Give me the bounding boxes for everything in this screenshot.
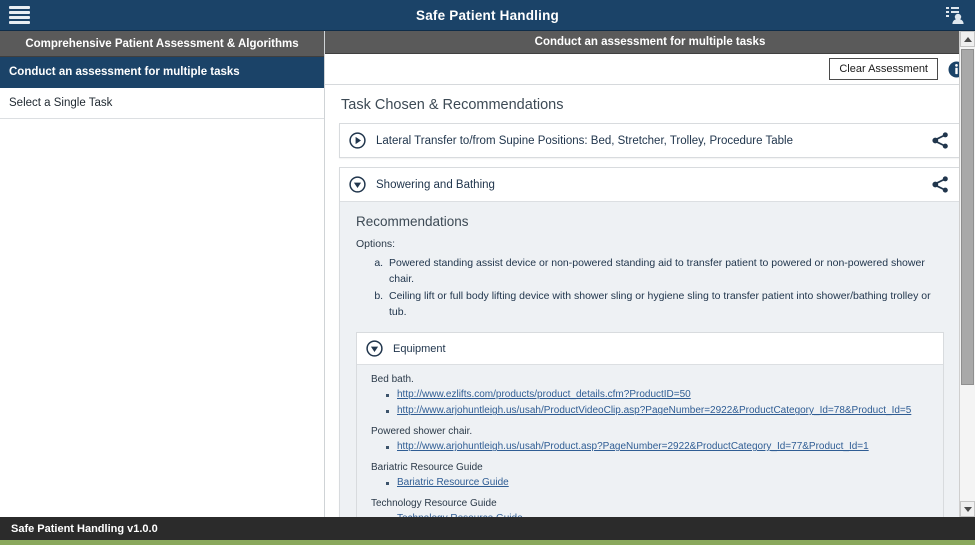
clear-assessment-button[interactable]: Clear Assessment: [829, 58, 938, 81]
application-window: Safe Patient Handling Comprehensive Pati…: [0, 0, 975, 545]
equipment-panel-body: Bed bath. http://www.ezlifts.com/product…: [357, 364, 943, 517]
content-scroll-area: Task Chosen & Recommendations Lateral Tr…: [325, 85, 975, 517]
hamburger-line: [9, 21, 30, 24]
scroll-up-arrow-icon[interactable]: [960, 31, 975, 47]
play-circle-right-icon[interactable]: [349, 132, 366, 149]
task-panel-header[interactable]: Showering and Bathing: [340, 168, 960, 202]
page-title: Task Chosen & Recommendations: [341, 97, 564, 114]
equipment-link[interactable]: Bariatric Resource Guide: [397, 477, 509, 488]
equipment-link-list: http://www.arjohuntleigh.us/usah/Product…: [386, 439, 929, 455]
content-toolbar: Clear Assessment: [325, 54, 975, 86]
equipment-group-label: Technology Resource Guide: [371, 498, 497, 510]
recommendations-heading: Recommendations: [356, 214, 469, 230]
equipment-link-list: Technology Resource Guide: [397, 511, 929, 517]
sidebar-item-label: Select a Single Task: [9, 97, 113, 109]
equipment-panel-header[interactable]: Equipment: [357, 333, 943, 365]
list-item: http://www.arjohuntleigh.us/usah/Product…: [386, 439, 929, 455]
scrollbar-thumb[interactable]: [961, 49, 974, 385]
equipment-group: Bariatric Resource Guide Bariatric Resou…: [371, 462, 929, 491]
task-panel-title: Lateral Transfer to/from Supine Position…: [376, 134, 793, 147]
list-item: http://www.arjohuntleigh.us/usah/Product…: [386, 403, 929, 419]
footer-bar: Safe Patient Handling v1.0.0: [0, 517, 975, 545]
share-icon[interactable]: [931, 175, 950, 194]
task-panel-lateral-transfer: Lateral Transfer to/from Supine Position…: [339, 123, 961, 159]
list-item: Bariatric Resource Guide: [386, 475, 929, 491]
equipment-link[interactable]: Technology Resource Guide: [397, 513, 523, 517]
equipment-group-label: Powered shower chair.: [371, 426, 473, 438]
task-panel-title: Showering and Bathing: [376, 178, 495, 191]
task-panel-showering-bathing: Showering and Bathing Recommendations Op…: [339, 167, 961, 517]
arrow-down-glyph: [963, 506, 972, 512]
arrow-up-glyph: [963, 36, 972, 42]
recommendation-option: Ceiling lift or full body lifting device…: [386, 288, 944, 321]
sidebar: Comprehensive Patient Assessment & Algor…: [0, 31, 325, 517]
equipment-link[interactable]: http://www.arjohuntleigh.us/usah/Product…: [397, 405, 911, 416]
equipment-link-list: http://www.ezlifts.com/products/product_…: [386, 387, 929, 419]
sidebar-item-label: Conduct an assessment for multiple tasks: [9, 66, 240, 78]
contact-card-icon[interactable]: [944, 5, 966, 25]
hamburger-menu-icon[interactable]: [9, 5, 31, 25]
play-circle-down-icon[interactable]: [349, 176, 366, 193]
options-label: Options:: [356, 238, 396, 251]
hamburger-line: [9, 16, 30, 19]
equipment-group: Powered shower chair. http://www.arjohun…: [371, 426, 929, 455]
sidebar-item-multiple-tasks[interactable]: Conduct an assessment for multiple tasks: [0, 57, 324, 88]
equipment-link[interactable]: http://www.arjohuntleigh.us/usah/Product…: [397, 441, 869, 452]
top-app-bar: Safe Patient Handling: [0, 0, 975, 31]
list-item: Technology Resource Guide: [397, 511, 929, 517]
main-body: Comprehensive Patient Assessment & Algor…: [0, 31, 975, 517]
sidebar-header: Comprehensive Patient Assessment & Algor…: [0, 31, 324, 57]
hamburger-line: [9, 11, 30, 14]
vertical-scrollbar[interactable]: [959, 31, 975, 517]
recommendation-options-list: Powered standing assist device or non-po…: [386, 255, 944, 320]
content-column: Conduct an assessment for multiple tasks…: [325, 31, 975, 517]
sidebar-item-single-task[interactable]: Select a Single Task: [0, 88, 324, 119]
equipment-group: Bed bath. http://www.ezlifts.com/product…: [371, 374, 929, 419]
equipment-group-label: Bariatric Resource Guide: [371, 462, 483, 474]
play-circle-down-icon[interactable]: [366, 340, 383, 357]
equipment-link-list: Bariatric Resource Guide: [386, 475, 929, 491]
scrollbar-track[interactable]: [960, 47, 975, 501]
equipment-panel-title: Equipment: [393, 342, 446, 355]
scroll-down-arrow-icon[interactable]: [960, 501, 975, 517]
footer-version-text: Safe Patient Handling v1.0.0: [11, 522, 158, 535]
recommendation-option: Powered standing assist device or non-po…: [386, 255, 944, 288]
equipment-panel: Equipment Bed bath. http://www.ezlifts.c…: [356, 332, 944, 517]
equipment-group-label: Bed bath.: [371, 374, 414, 386]
list-item: http://www.ezlifts.com/products/product_…: [386, 387, 929, 403]
task-panel-body: Recommendations Options: Powered standin…: [340, 201, 960, 517]
app-title: Safe Patient Handling: [416, 7, 559, 23]
content-header: Conduct an assessment for multiple tasks: [325, 31, 975, 55]
equipment-link[interactable]: http://www.ezlifts.com/products/product_…: [397, 389, 691, 400]
equipment-group: Technology Resource Guide Technology Res…: [371, 498, 929, 517]
task-panel-header[interactable]: Lateral Transfer to/from Supine Position…: [340, 124, 960, 158]
hamburger-line: [9, 6, 30, 9]
share-icon[interactable]: [931, 131, 950, 150]
